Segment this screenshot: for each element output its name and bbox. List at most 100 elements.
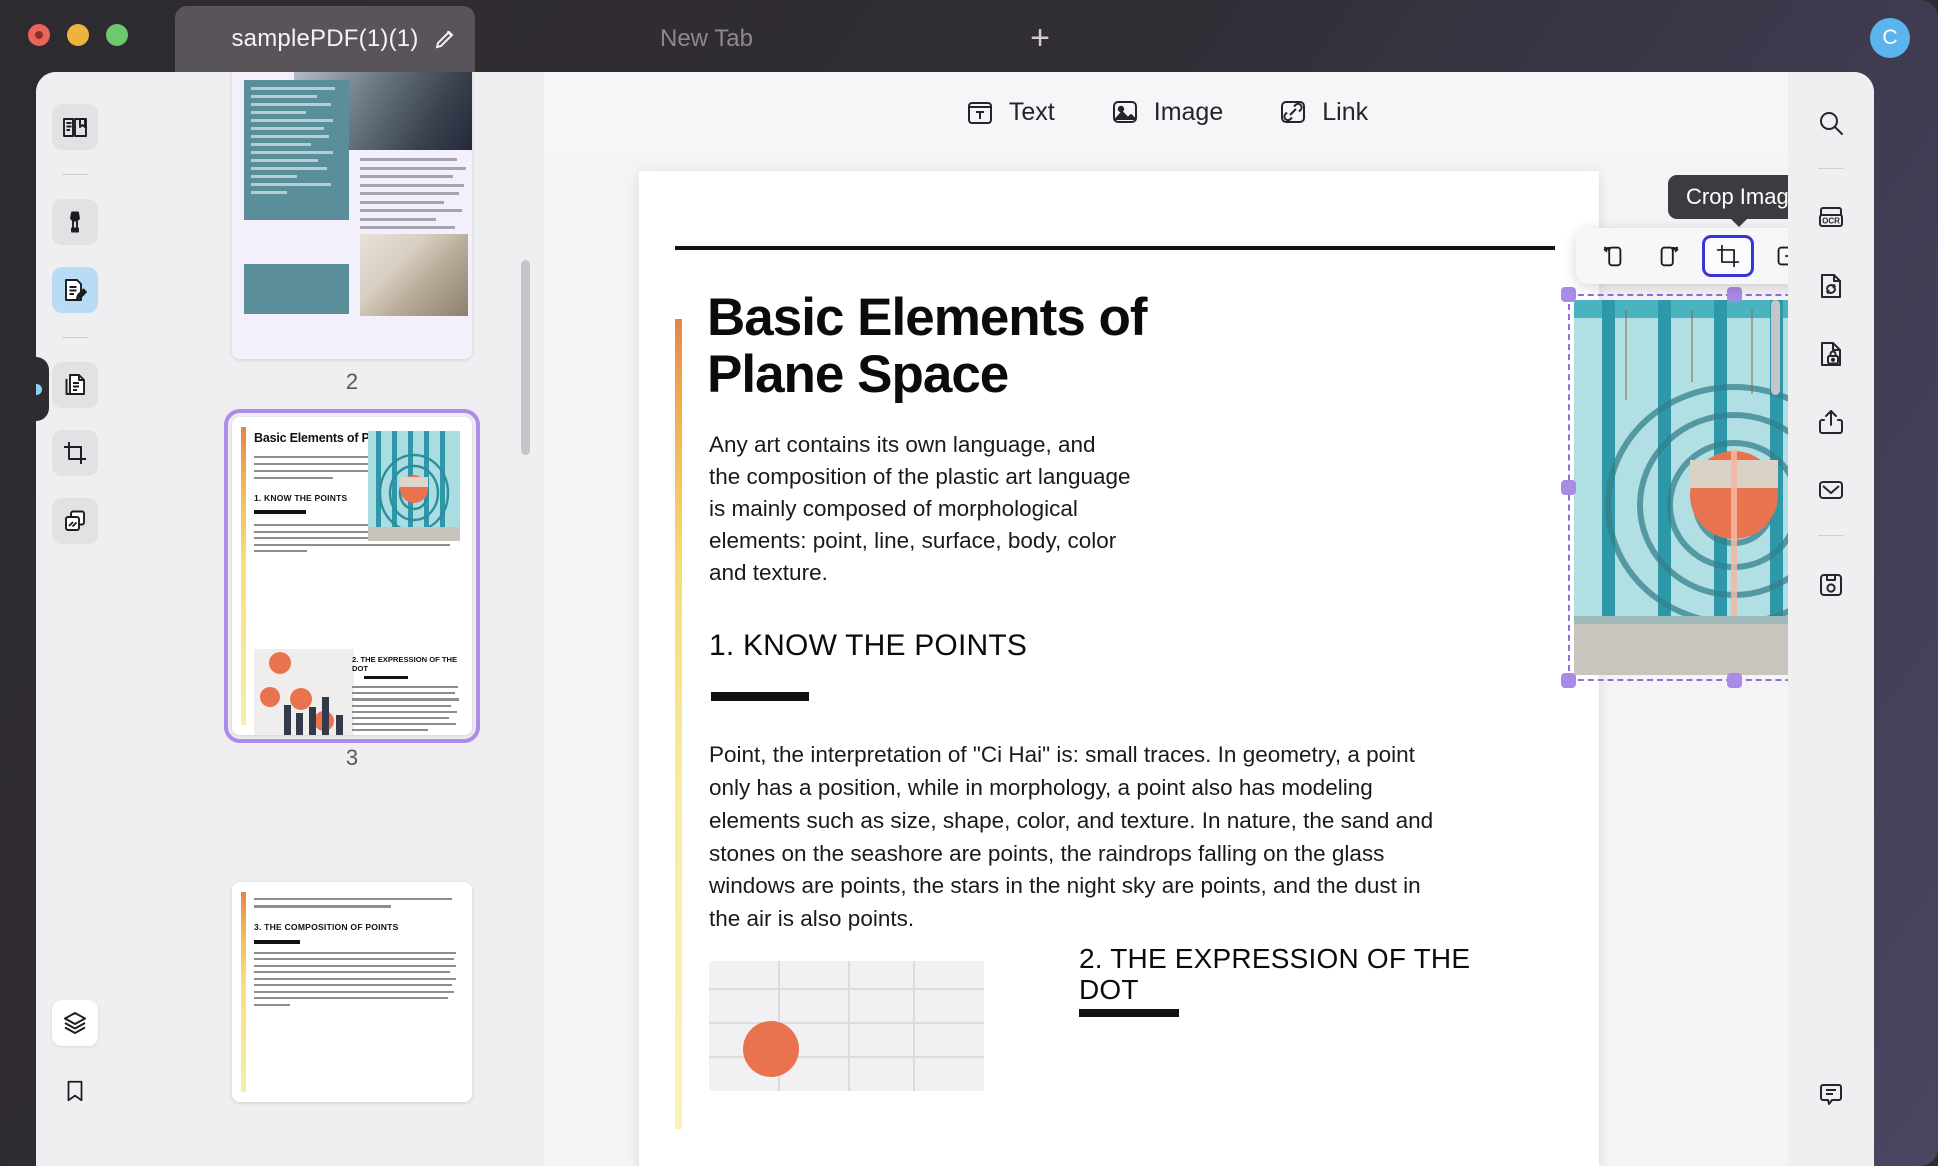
document-viewer: Text Image Link Basic Elements of Plane … bbox=[544, 72, 1788, 1166]
thumb-heading-2-underline bbox=[364, 676, 408, 679]
crop-image-button[interactable] bbox=[1702, 235, 1754, 277]
ocr-button[interactable]: OCR bbox=[1806, 193, 1856, 243]
link-icon bbox=[1277, 96, 1309, 128]
page-top-rule bbox=[675, 246, 1555, 250]
page-accent-bar bbox=[675, 319, 682, 1129]
sidebar-item-bookmarks[interactable] bbox=[52, 1068, 98, 1114]
sidebar-item-highlighter[interactable] bbox=[52, 199, 98, 245]
search-button[interactable] bbox=[1806, 98, 1856, 148]
email-button[interactable] bbox=[1806, 465, 1856, 515]
thumbnail-card-selected[interactable]: Basic Elements of Plane Space 1. KNOW TH… bbox=[224, 409, 480, 743]
page-heading-2-rule bbox=[1079, 1009, 1179, 1017]
page-heading-1: 1. KNOW THE POINTS bbox=[709, 629, 1028, 662]
thumbnail-scrollbar[interactable] bbox=[521, 260, 530, 455]
minimize-window-button[interactable] bbox=[67, 24, 89, 46]
right-toolbar: OCR bbox=[1788, 72, 1874, 1166]
comment-icon bbox=[1816, 1080, 1846, 1110]
protect-button[interactable] bbox=[1806, 329, 1856, 379]
thumb-lower-image bbox=[254, 649, 354, 735]
rotate-right-icon bbox=[1656, 242, 1684, 270]
pages-icon bbox=[61, 371, 89, 399]
add-text-button[interactable]: Text bbox=[964, 96, 1055, 128]
thumb-photo-2 bbox=[360, 234, 468, 316]
add-link-button[interactable]: Link bbox=[1277, 96, 1368, 128]
resize-handle-top-center[interactable] bbox=[1727, 287, 1742, 302]
sidebar-item-edit-pdf[interactable] bbox=[52, 267, 98, 313]
comments-button[interactable] bbox=[1806, 1070, 1856, 1120]
image-context-toolbar bbox=[1576, 228, 1788, 284]
sidebar-item-reader-view[interactable] bbox=[52, 104, 98, 150]
sidebar-item-organize-pages[interactable] bbox=[52, 362, 98, 408]
close-window-button[interactable] bbox=[28, 24, 50, 46]
thumb-body-text bbox=[360, 158, 468, 235]
rotate-left-button[interactable] bbox=[1586, 235, 1638, 277]
document-page[interactable]: Basic Elements of Plane Space Any art co… bbox=[639, 171, 1599, 1166]
panel-drag-handle[interactable] bbox=[36, 357, 49, 421]
svg-text:OCR: OCR bbox=[1822, 217, 1840, 226]
mail-icon bbox=[1816, 475, 1846, 505]
left-toolbar bbox=[36, 72, 114, 1166]
add-image-button[interactable]: Image bbox=[1109, 96, 1223, 128]
document-tab[interactable]: samplePDF(1)(1) bbox=[175, 6, 475, 72]
resize-handle-top-left[interactable] bbox=[1561, 287, 1576, 302]
lock-document-icon bbox=[1816, 339, 1846, 369]
sidebar-item-compare[interactable] bbox=[52, 498, 98, 544]
resize-handle-bottom-left[interactable] bbox=[1561, 673, 1576, 688]
resize-handle-bottom-center[interactable] bbox=[1727, 673, 1742, 688]
rail-divider-2 bbox=[62, 337, 88, 338]
extract-icon bbox=[1772, 242, 1788, 270]
share-icon bbox=[1816, 407, 1846, 437]
avatar-initial: C bbox=[1882, 26, 1898, 49]
rail-divider-1 bbox=[62, 174, 88, 175]
convert-button[interactable] bbox=[1806, 261, 1856, 311]
save-button[interactable] bbox=[1806, 560, 1856, 610]
edit-toolbar: Text Image Link bbox=[544, 72, 1788, 152]
page-title: Basic Elements of Plane Space bbox=[707, 288, 1148, 405]
thumb-heading-2: 2. THE EXPRESSION OF THE DOT bbox=[352, 655, 458, 673]
thumbnail-preview bbox=[232, 72, 472, 359]
new-tab-label: New Tab bbox=[660, 25, 753, 52]
save-icon bbox=[1816, 570, 1846, 600]
right-rail-divider-1 bbox=[1818, 168, 1844, 169]
extract-image-button[interactable] bbox=[1760, 235, 1788, 277]
crop-icon bbox=[1715, 243, 1741, 269]
rotate-left-icon bbox=[1598, 242, 1626, 270]
thumb-accent-bar bbox=[241, 892, 246, 1092]
thumb-text-block-2 bbox=[244, 264, 349, 314]
rename-pencil-icon[interactable] bbox=[433, 27, 457, 51]
thumbnail-page-2[interactable]: 2 bbox=[232, 72, 472, 395]
sidebar-item-layers[interactable] bbox=[52, 1000, 98, 1046]
avatar[interactable]: C bbox=[1870, 18, 1910, 58]
compare-icon bbox=[61, 507, 89, 535]
page-paragraph-1: Point, the interpretation of "Ci Hai" is… bbox=[709, 742, 1434, 932]
ocr-icon: OCR bbox=[1816, 203, 1846, 233]
page-heading-2: 2. THE EXPRESSION OF THE DOT bbox=[1079, 943, 1471, 1006]
page-thumbnail-panel[interactable]: 2 Basic Elements of Plane Space 1. KNOW … bbox=[114, 72, 544, 1166]
search-icon bbox=[1816, 108, 1846, 138]
edit-document-icon bbox=[61, 276, 89, 304]
thumbnail-page-3[interactable]: Basic Elements of Plane Space 1. KNOW TH… bbox=[224, 409, 480, 771]
resize-handle-middle-left[interactable] bbox=[1561, 480, 1576, 495]
page-scrollbar[interactable] bbox=[1771, 300, 1780, 395]
sidebar-item-crop-page[interactable] bbox=[52, 430, 98, 476]
app-shell: 2 Basic Elements of Plane Space 1. KNOW … bbox=[36, 72, 1874, 1166]
right-rail-bottom bbox=[1788, 1070, 1874, 1138]
thumbnail-card[interactable] bbox=[232, 72, 472, 359]
maximize-window-button[interactable] bbox=[106, 24, 128, 46]
share-button[interactable] bbox=[1806, 397, 1856, 447]
rotate-right-button[interactable] bbox=[1644, 235, 1696, 277]
new-tab-item[interactable]: New Tab bbox=[660, 6, 753, 72]
selected-image[interactable] bbox=[1574, 300, 1788, 675]
thumbnail-page-4[interactable]: 3. THE COMPOSITION OF POINTS bbox=[232, 882, 472, 1102]
window-controls bbox=[28, 24, 128, 46]
thumb-rule bbox=[254, 510, 306, 515]
add-tab-button[interactable]: + bbox=[1020, 20, 1060, 60]
thumb-top-text bbox=[254, 898, 456, 908]
thumb-selected-image bbox=[368, 431, 460, 541]
add-image-label: Image bbox=[1153, 97, 1224, 126]
thumbnail-card[interactable]: 3. THE COMPOSITION OF POINTS bbox=[232, 882, 472, 1102]
thumb-paragraph bbox=[254, 951, 456, 1006]
application-window: samplePDF(1)(1) New Tab + C 2 Basic Elem… bbox=[0, 0, 1938, 1166]
title-bar: samplePDF(1)(1) New Tab + C bbox=[0, 0, 1938, 72]
thumb-paragraph-2 bbox=[352, 686, 460, 735]
